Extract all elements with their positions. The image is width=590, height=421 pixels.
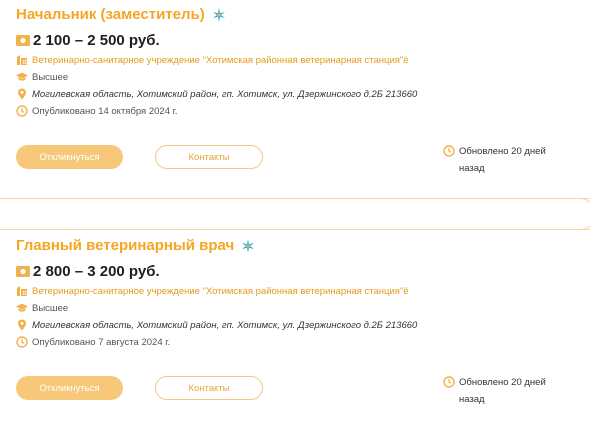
organization-row[interactable]: Ветеринарно-санитарное учреждение "Хотим…: [16, 285, 409, 297]
organization-name[interactable]: Ветеринарно-санитарное учреждение "Хотим…: [32, 55, 409, 66]
published-date: Опубликовано 14 октября 2024 г.: [32, 105, 178, 117]
updated-line-2: назад: [459, 163, 485, 174]
salary-value: 2 100 – 2 500 руб.: [33, 32, 160, 49]
vacancy-card: Главный ветеринарный врач 2 800 – 3 200 …: [0, 231, 590, 421]
education-row: Высшее: [16, 302, 68, 314]
updated-info: Обновлено 20 дней назад: [443, 374, 563, 408]
salary-row: 2 100 – 2 500 руб.: [16, 32, 160, 49]
apply-button[interactable]: Откликнуться: [16, 376, 123, 400]
vacancy-title[interactable]: Начальник (заместитель): [16, 6, 205, 23]
vacancy-title[interactable]: Главный ветеринарный врач: [16, 237, 234, 254]
contacts-button[interactable]: Контакты: [155, 376, 263, 400]
clock-icon: [443, 145, 455, 157]
updated-line-1: Обновлено 20 дней: [459, 146, 546, 157]
clock-icon: [16, 336, 28, 348]
published-row: Опубликовано 7 августа 2024 г.: [16, 336, 170, 348]
vacancy-title-link[interactable]: Начальник (заместитель): [16, 6, 226, 23]
sparkle-icon: [242, 238, 255, 253]
money-icon: [16, 35, 30, 46]
vacancy-card: Начальник (заместитель) 2 100 – 2 500 ру…: [0, 0, 590, 198]
published-date: Опубликовано 7 августа 2024 г.: [32, 336, 171, 348]
salary-row: 2 800 – 3 200 руб.: [16, 263, 160, 280]
location-pin-icon: [16, 88, 28, 100]
updated-line-1: Обновлено 20 дней: [459, 377, 546, 388]
graduation-cap-icon: [16, 302, 28, 314]
updated-info: Обновлено 20 дней назад: [443, 143, 563, 177]
salary-value: 2 800 – 3 200 руб.: [33, 263, 160, 280]
published-row: Опубликовано 14 октября 2024 г.: [16, 105, 178, 117]
organization-name[interactable]: Ветеринарно-санитарное учреждение "Хотим…: [32, 286, 409, 297]
address-value: Могилевская область, Хотимский район, гп…: [32, 319, 418, 331]
graduation-cap-icon: [16, 71, 28, 83]
building-icon: [16, 54, 28, 66]
money-icon: [16, 266, 30, 277]
card-divider: [0, 198, 590, 230]
building-icon: [16, 285, 28, 297]
address-row: Могилевская область, Хотимский район, гп…: [16, 88, 417, 100]
location-pin-icon: [16, 319, 28, 331]
clock-icon: [443, 376, 455, 388]
education-value: Высшее: [32, 71, 69, 83]
vacancy-title-link[interactable]: Главный ветеринарный врач: [16, 237, 255, 254]
organization-row[interactable]: Ветеринарно-санитарное учреждение "Хотим…: [16, 54, 409, 66]
education-row: Высшее: [16, 71, 68, 83]
updated-line-2: назад: [459, 394, 485, 405]
apply-button[interactable]: Откликнуться: [16, 145, 123, 169]
address-value: Могилевская область, Хотимский район, гп…: [32, 88, 418, 100]
clock-icon: [16, 105, 28, 117]
contacts-button[interactable]: Контакты: [155, 145, 263, 169]
address-row: Могилевская область, Хотимский район, гп…: [16, 319, 417, 331]
education-value: Высшее: [32, 302, 69, 314]
sparkle-icon: [212, 7, 225, 22]
